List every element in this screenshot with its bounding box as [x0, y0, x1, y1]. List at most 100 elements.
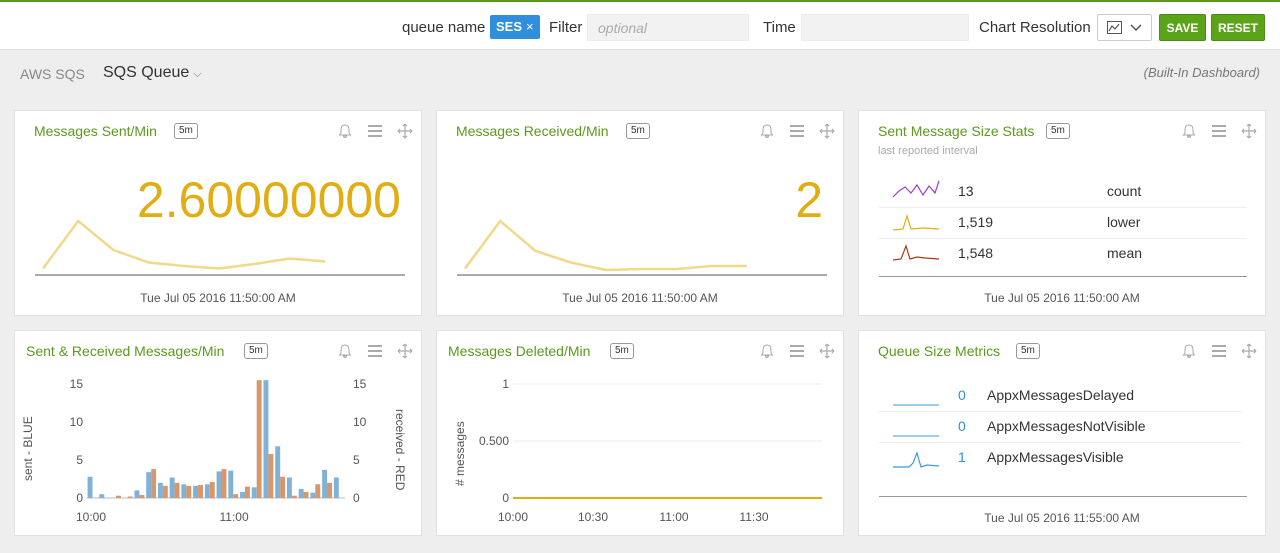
remove-tag-icon[interactable]: ×: [526, 19, 534, 34]
dashboard-title: SQS Queue: [103, 64, 190, 81]
sent-bar: [134, 490, 140, 498]
sent-bar: [322, 469, 328, 498]
sent-bar: [310, 492, 316, 498]
bell-icon[interactable]: [759, 123, 775, 139]
sent-bar: [157, 482, 163, 498]
sparkline: [457, 219, 827, 276]
timestamp: Tue Jul 05 2016 11:50:00 AM: [562, 291, 718, 305]
panel-size-stats: Sent Message Size Stats 5m last reported…: [858, 110, 1266, 316]
visible-sparkline: [893, 451, 940, 468]
chart-resolution-select[interactable]: [1097, 14, 1152, 41]
received-bar: [315, 484, 321, 498]
mean-sparkline: [892, 244, 940, 261]
sent-bar: [240, 491, 245, 498]
sent-bar: [298, 488, 304, 498]
reset-button[interactable]: RESET: [1211, 14, 1265, 41]
received-bar: [268, 453, 274, 498]
panel-title: Messages Received/Min: [456, 123, 609, 139]
time-label: Time: [763, 19, 796, 36]
queue-tag-label: SES: [496, 19, 523, 34]
sent-bar: [263, 380, 269, 498]
y-tick-label: 1: [502, 377, 509, 391]
menu-icon[interactable]: [1211, 343, 1227, 359]
panel-messages-sent: Messages Sent/Min 5m 2.60000000 Tue Jul …: [14, 110, 422, 316]
bell-icon[interactable]: [1181, 123, 1197, 139]
right-tick-label: 0: [353, 491, 360, 505]
panel-messages-received: Messages Received/Min 5m 2 Tue Jul 05 20…: [436, 110, 844, 316]
filter-label: Filter: [549, 19, 583, 36]
menu-icon[interactable]: [1211, 123, 1227, 139]
sent-bar: [181, 484, 187, 498]
received-bar: [127, 496, 133, 498]
sent-bar: [216, 471, 222, 498]
move-icon[interactable]: [397, 123, 413, 139]
dashboard-selector[interactable]: SQS Queue ⌵: [103, 64, 202, 82]
sparkline-series: [41, 219, 326, 270]
panel-title: Sent Message Size Stats: [878, 123, 1035, 139]
timestamp: Tue Jul 05 2016 11:50:00 AM: [984, 291, 1140, 305]
count-label: count: [1107, 183, 1142, 199]
count-sparkline: [892, 180, 940, 198]
sparkline: [35, 219, 405, 276]
delayed-label: AppxMessagesDelayed: [987, 387, 1135, 403]
sent-received-bar-chart: 0 0 5 5 10 10 15 15 10:00 11:00: [70, 377, 367, 524]
count-value: 13: [958, 183, 974, 199]
received-bar: [174, 482, 180, 498]
mean-value: 1,548: [958, 245, 994, 261]
chart-resolution-icon: [1107, 21, 1122, 34]
row-divider: [879, 411, 1241, 412]
time-input[interactable]: [801, 14, 969, 41]
save-button[interactable]: SAVE: [1159, 14, 1206, 41]
row-divider: [879, 238, 1247, 239]
panel-queue-size: Queue Size Metrics 5m 0 AppxMessagesDela…: [858, 330, 1266, 536]
received-bar: [291, 495, 297, 498]
visible-value: 1: [958, 449, 966, 465]
received-bar: [244, 486, 250, 498]
sent-bar: [333, 477, 339, 498]
y-tick-label: 0.500: [479, 434, 509, 448]
visible-label: AppxMessagesVisible: [987, 449, 1124, 465]
menu-icon[interactable]: [789, 123, 805, 139]
messages-deleted-line-chart: 0 0.500 1 10:00 10:30 11:00 11:30: [479, 377, 822, 524]
received-bar: [233, 494, 239, 498]
filter-input[interactable]: optional: [587, 14, 749, 41]
chevron-down-icon: [1130, 24, 1142, 32]
interval-badge: 5m: [1016, 343, 1040, 359]
sent-bar: [169, 477, 175, 498]
sent-bar: [204, 484, 210, 498]
right-tick-label: 15: [353, 377, 367, 391]
move-icon[interactable]: [1241, 123, 1257, 139]
bell-icon[interactable]: [1181, 343, 1197, 359]
queue-name-label: queue name: [402, 19, 486, 36]
left-tick-label: 0: [76, 491, 83, 505]
received-bar: [115, 495, 121, 498]
menu-icon[interactable]: [367, 123, 383, 139]
received-bar: [151, 469, 157, 498]
interval-badge: 5m: [174, 123, 198, 139]
sent-bar: [193, 485, 199, 498]
move-icon[interactable]: [819, 123, 835, 139]
queue-tag[interactable]: SES ×: [490, 15, 540, 39]
not-visible-value: 0: [958, 418, 966, 434]
breadcrumb-root[interactable]: AWS SQS: [20, 66, 85, 82]
not-visible-label: AppxMessagesNotVisible: [987, 418, 1146, 434]
interval-badge: 5m: [1046, 123, 1070, 139]
lower-label: lower: [1107, 214, 1141, 230]
panel-title: Messages Sent/Min: [34, 123, 157, 139]
move-icon[interactable]: [1241, 343, 1257, 359]
lower-sparkline: [892, 213, 940, 231]
built-in-dashboard-note: (Built-In Dashboard): [1143, 65, 1260, 80]
received-bar: [303, 491, 309, 498]
sent-bar: [99, 494, 105, 498]
panel-title: Queue Size Metrics: [878, 343, 1001, 359]
bell-icon[interactable]: [337, 123, 353, 139]
received-bar: [280, 476, 286, 498]
lower-value: 1,519: [958, 214, 994, 230]
x-tick-label: 11:30: [739, 510, 768, 524]
x-tick-label: 10:30: [578, 510, 608, 524]
received-bar: [162, 485, 168, 498]
chevron-down-icon: ⌵: [193, 68, 202, 80]
timestamp: Tue Jul 05 2016 11:50:00 AM: [140, 291, 296, 305]
received-bar: [256, 380, 262, 498]
right-tick-label: 5: [353, 453, 360, 467]
